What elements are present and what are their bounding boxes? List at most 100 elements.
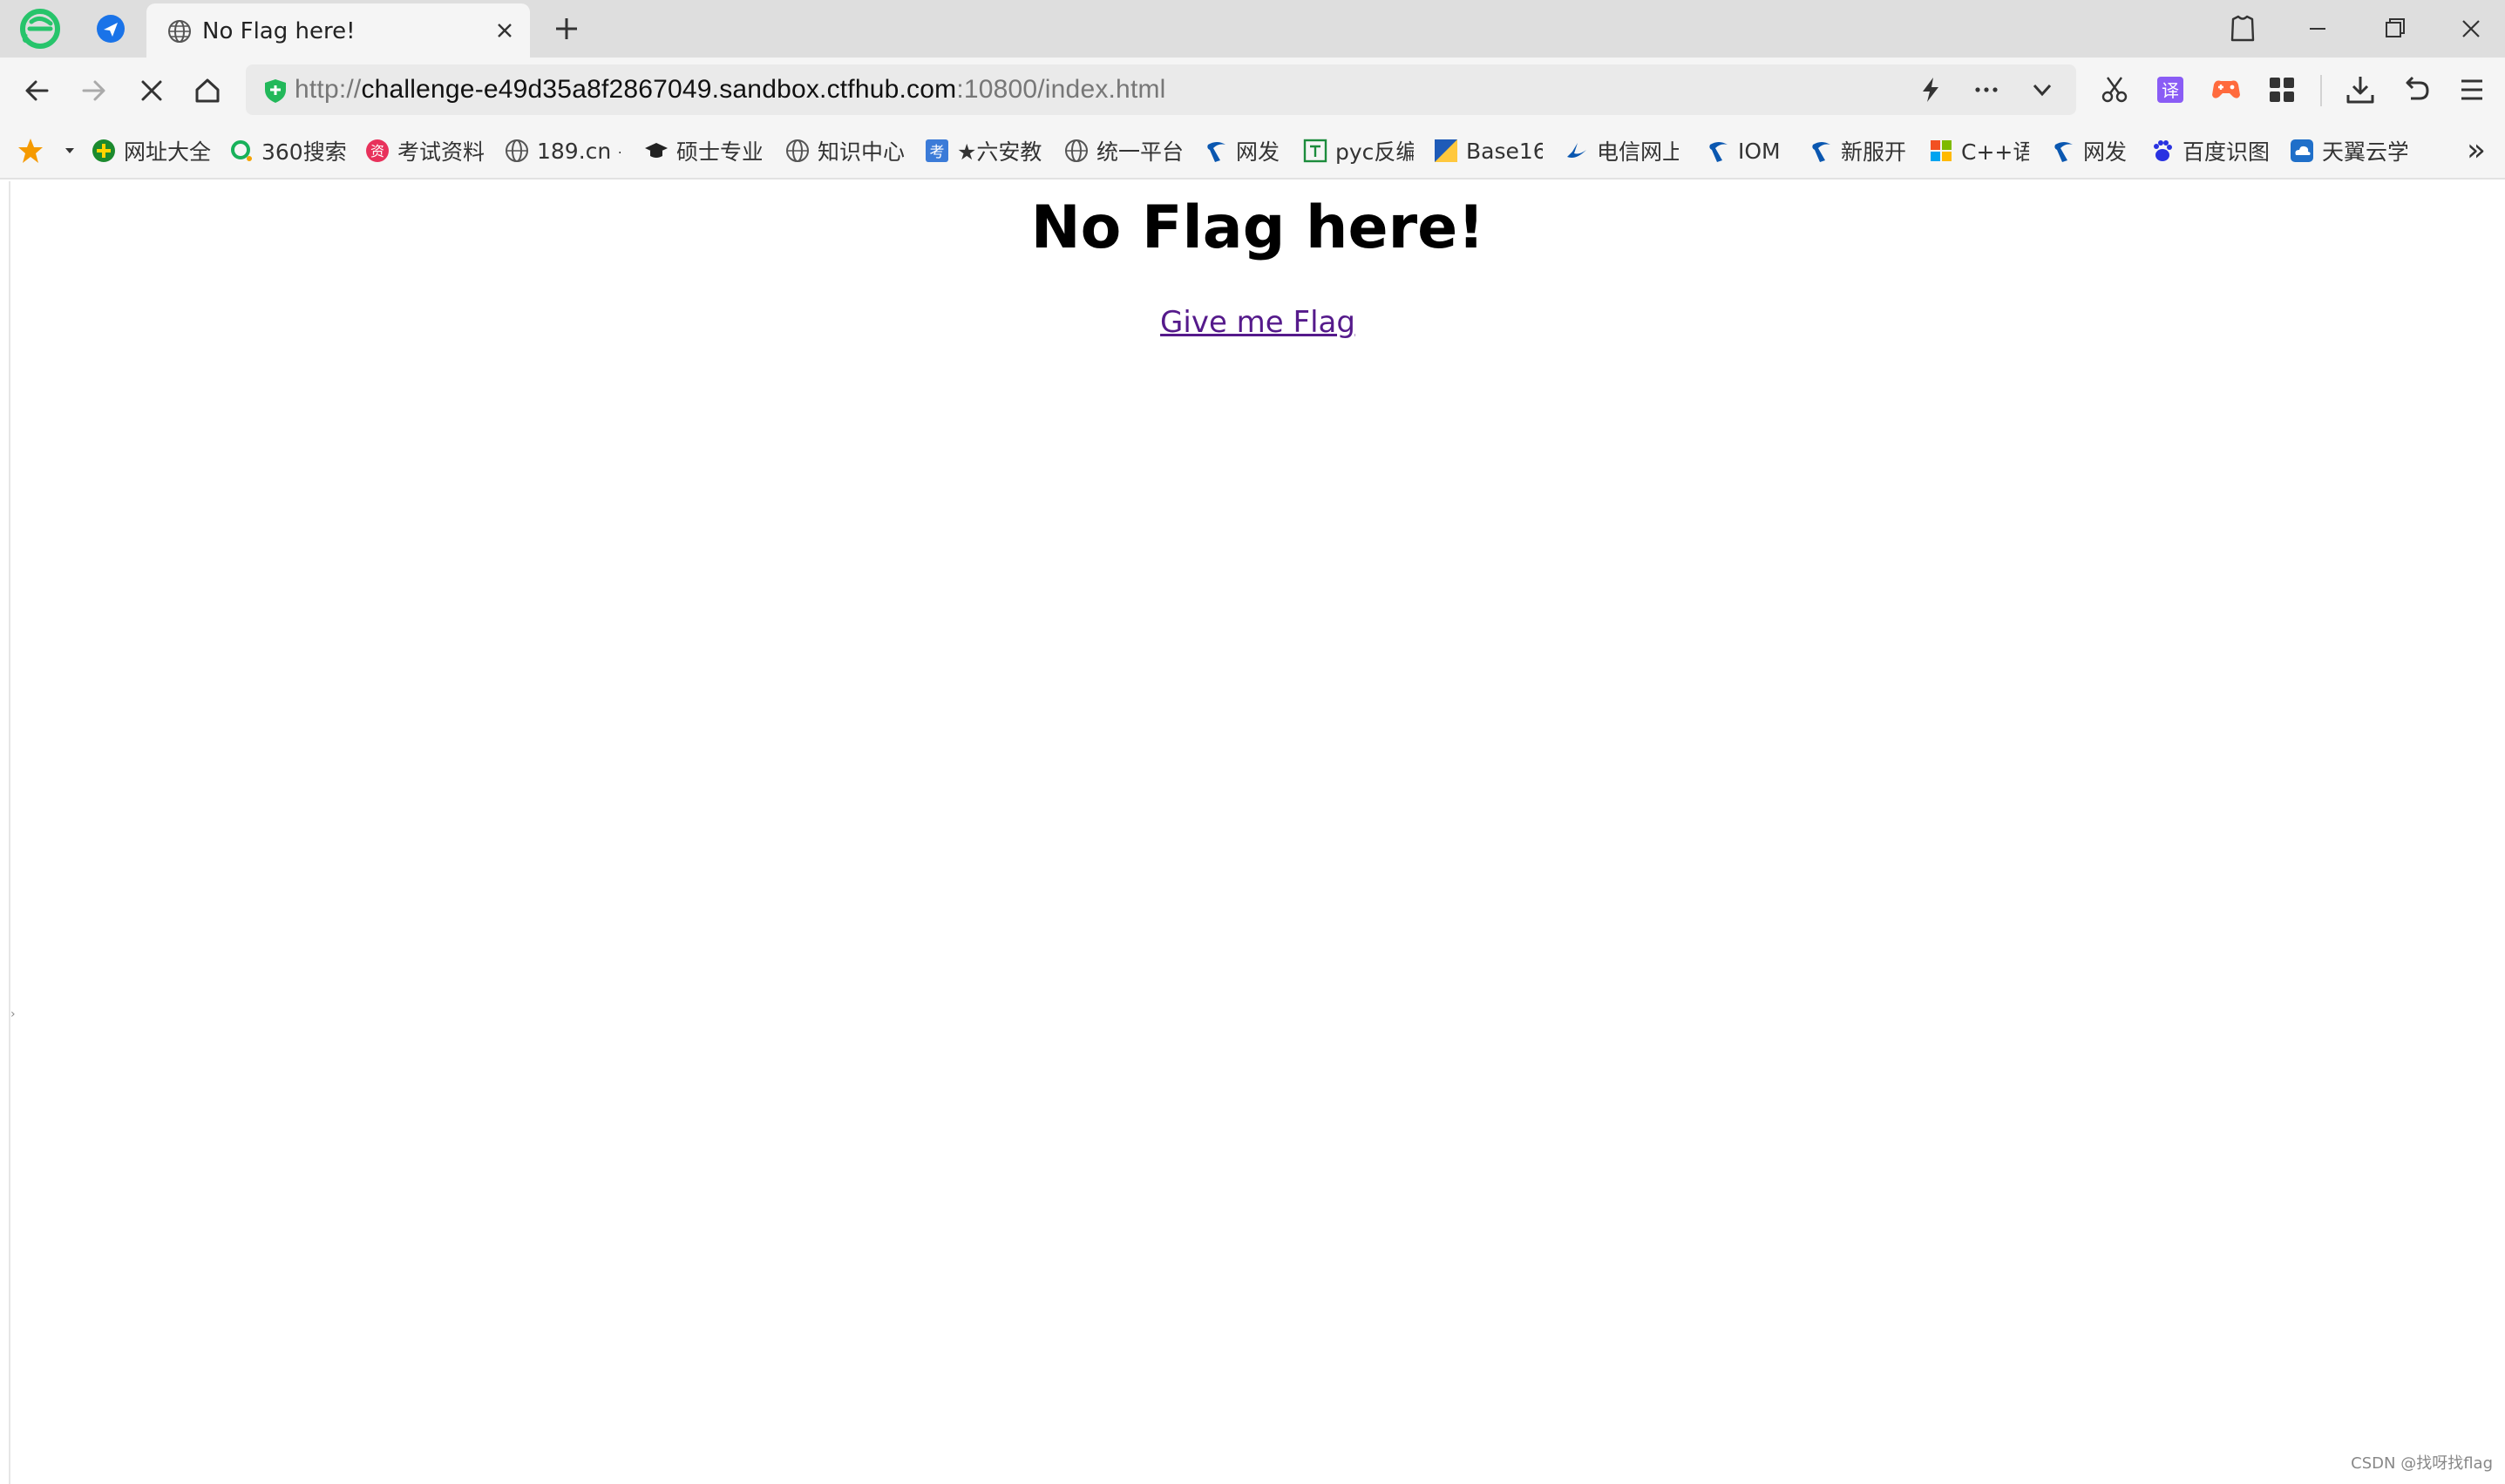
telecom-bird-icon: [1564, 138, 1590, 164]
url-host: challenge-e49d35a8f2867049.sandbox.ctfhu…: [361, 75, 957, 104]
browser-logo-icon[interactable]: [16, 0, 64, 58]
bookmark-item[interactable]: 百度识图: [2149, 122, 2268, 180]
bookmark-label: 百度识图: [2183, 139, 2268, 165]
translate-icon[interactable]: 译: [2153, 72, 2188, 107]
bookmark-label: 知识中心: [818, 139, 906, 165]
navigation-bar: http://challenge-e49d35a8f2867049.sandbo…: [0, 58, 2505, 122]
bookmark-item[interactable]: 知识中心: [784, 122, 906, 180]
bookmark-item[interactable]: 硕士专业: [643, 122, 762, 180]
star-icon[interactable]: [16, 122, 45, 180]
globe-icon: [167, 19, 192, 47]
bookmark-item[interactable]: 考 ★六安教: [924, 122, 1042, 180]
bookmark-label: 硕士专业: [676, 139, 762, 165]
bookmark-item[interactable]: 网址大全: [91, 122, 220, 180]
apps-grid-icon[interactable]: [2264, 72, 2299, 107]
tab-active[interactable]: No Flag here!: [146, 3, 530, 58]
back-icon[interactable]: [19, 73, 54, 108]
baidu-icon: [2149, 138, 2176, 164]
window-close-icon[interactable]: [2453, 10, 2489, 47]
chevron-down-icon[interactable]: [2027, 75, 2057, 105]
360-search-icon: [228, 138, 255, 164]
bookmark-label: 189.cn -: [537, 138, 621, 164]
address-bar[interactable]: http://challenge-e49d35a8f2867049.sandbo…: [246, 64, 2076, 115]
url-text[interactable]: http://challenge-e49d35a8f2867049.sandbo…: [295, 75, 1166, 105]
bookmark-label: 新服开: [1841, 139, 1907, 165]
bookmark-item[interactable]: pyc反编: [1302, 122, 1414, 180]
tab-strip: No Flag here!: [0, 0, 2505, 58]
bookmark-item[interactable]: 网发: [2050, 122, 2137, 180]
close-icon[interactable]: [492, 17, 518, 44]
globe-icon: [1063, 138, 1090, 164]
bookmark-item[interactable]: 电信网上: [1564, 122, 1679, 180]
base-icon: [1433, 138, 1459, 164]
bookmark-item[interactable]: IOM: [1705, 122, 1792, 180]
url-path: :10800/index.html: [956, 75, 1166, 104]
pinned-tab-icon[interactable]: [91, 0, 131, 58]
bookmark-item[interactable]: 统一平台: [1063, 122, 1182, 180]
windows-icon: [1928, 138, 1954, 164]
bookmark-label: 统一平台: [1096, 139, 1182, 165]
give-me-flag-link[interactable]: Give me Flag: [1160, 305, 1355, 340]
bookmark-item[interactable]: 189.cn -: [504, 122, 621, 180]
more-options-icon[interactable]: [1972, 75, 2001, 105]
shield-icon: [263, 78, 288, 107]
kao-icon: 考: [924, 138, 950, 164]
restore-icon[interactable]: [2376, 10, 2413, 47]
bookmark-label: 360搜索: [261, 139, 347, 165]
bookmark-item[interactable]: Base16: [1433, 122, 1543, 180]
bookmark-label: 网址大全: [124, 139, 212, 165]
360-nav-icon: [91, 138, 117, 164]
bookmark-label: C++语: [1961, 139, 2029, 165]
globe-icon: [504, 138, 530, 164]
graduation-cap-icon: [643, 138, 669, 164]
telecom-icon: [1203, 138, 1229, 164]
bookmark-label: 网发: [1236, 139, 1280, 165]
skin-icon[interactable]: [2224, 10, 2261, 47]
give-flag-link-wrapper: Give me Flag: [10, 305, 2505, 340]
new-tab-button[interactable]: [551, 13, 582, 44]
svg-text:考: 考: [930, 144, 945, 161]
bookmark-item[interactable]: 天翼云学: [2289, 122, 2407, 180]
telecom-icon: [2050, 138, 2076, 164]
bookmark-label: pyc反编: [1335, 139, 1414, 165]
telecom-icon: [1808, 138, 1834, 164]
minimize-icon[interactable]: [2299, 10, 2336, 47]
caret-down-icon[interactable]: [63, 122, 77, 180]
watermark: CSDN @找呀找flag: [2351, 1454, 2493, 1473]
game-icon[interactable]: [2209, 72, 2244, 107]
lightning-icon[interactable]: [1916, 75, 1945, 105]
tab-title: No Flag here!: [202, 18, 356, 44]
chevron-double-right-icon[interactable]: »: [2467, 132, 2486, 168]
url-protocol: http://: [295, 75, 362, 104]
bookmark-label: IOM: [1738, 138, 1781, 164]
bookmark-item[interactable]: 360搜索: [228, 122, 350, 180]
sidebar-toggle-icon[interactable]: ›: [10, 1007, 16, 1021]
home-icon[interactable]: [190, 73, 225, 108]
browser-window: No Flag here! http://challenge-e49d35a8f…: [0, 0, 2505, 1484]
forward-icon[interactable]: [77, 73, 112, 108]
page-heading: No Flag here!: [1030, 193, 1485, 262]
exam-icon: 资: [364, 138, 390, 164]
bookmark-label: 网发: [2083, 139, 2128, 165]
bookmark-label: Base16: [1466, 138, 1543, 164]
scissors-icon[interactable]: [2097, 72, 2132, 107]
download-icon[interactable]: [2343, 72, 2378, 107]
globe-icon: [784, 138, 811, 164]
toolbar-separator: [2320, 75, 2322, 106]
telecom-icon: [1705, 138, 1731, 164]
page-content: No Flag here! Give me Flag › CSDN @找呀找fl…: [9, 181, 2505, 1484]
bookmark-item[interactable]: C++语: [1928, 122, 2029, 180]
undo-icon[interactable]: [2399, 72, 2434, 107]
bookmark-item[interactable]: 资考试资料: [364, 122, 486, 180]
stop-loading-icon[interactable]: [134, 73, 169, 108]
tool-icon: [1302, 138, 1328, 164]
menu-icon[interactable]: [2454, 72, 2489, 107]
bookmark-label: 电信网上: [1597, 139, 1679, 165]
bookmark-item[interactable]: 新服开: [1808, 122, 1919, 180]
bookmark-label: ★六安教: [957, 139, 1042, 165]
svg-text:译: 译: [2162, 80, 2179, 101]
svg-text:资: 资: [370, 143, 384, 159]
bookmark-label: 考试资料: [397, 139, 485, 165]
bookmarks-bar: 网址大全 360搜索资考试资料 189.cn - 硕士专业 知识中心考 ★六安教 统一平台网…: [0, 122, 2505, 180]
bookmark-item[interactable]: 网发: [1203, 122, 1306, 180]
